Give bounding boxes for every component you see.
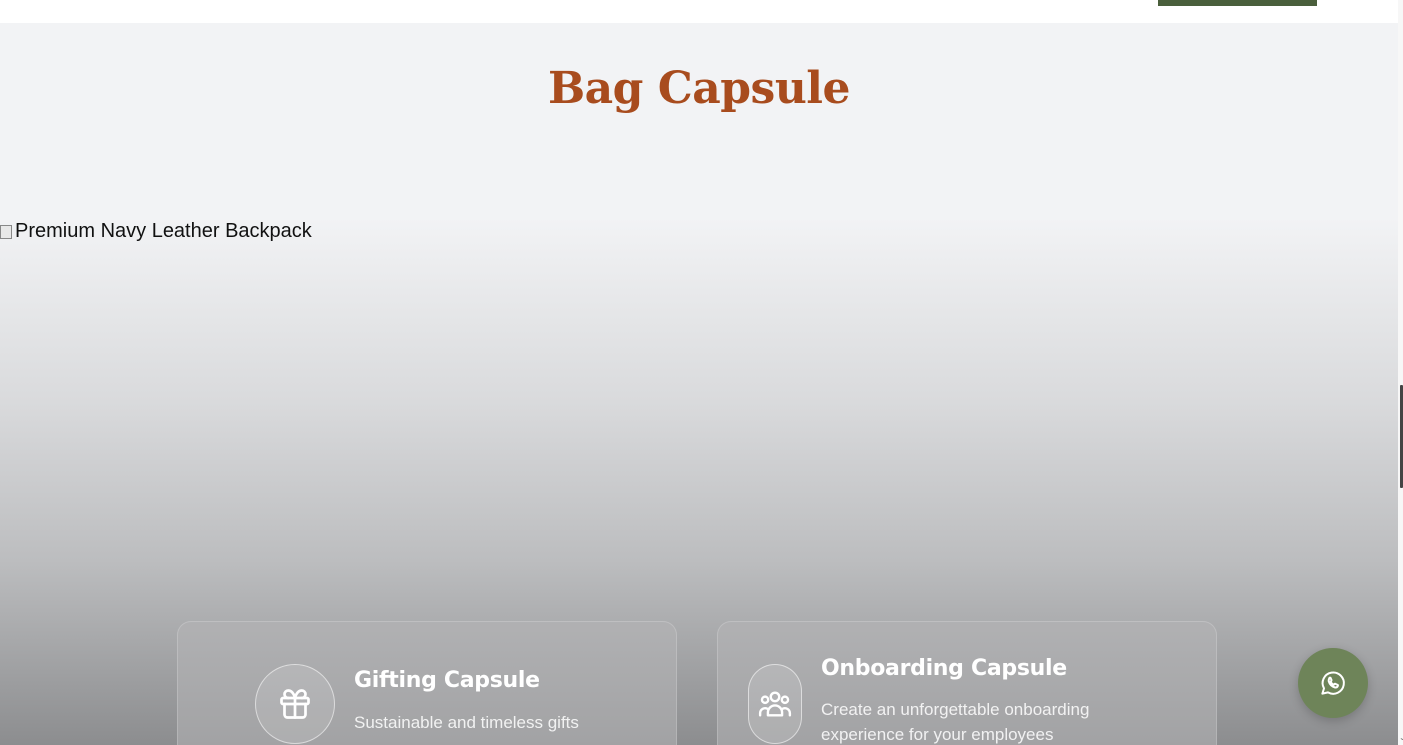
site-header [0, 0, 1398, 23]
gift-icon [255, 664, 335, 744]
scroll-down-arrow-icon[interactable]: ⌄ [1399, 733, 1403, 742]
broken-image-icon [0, 224, 12, 239]
card-description: Create an unforgettable onboarding exper… [821, 700, 1090, 744]
hero-image-alt-text: Premium Navy Leather Backpack [15, 220, 312, 242]
card-description: Sustainable and timeless gifts [354, 713, 579, 732]
gifting-capsule-card[interactable]: Gifting Capsule Sustainable and timeless… [177, 621, 677, 745]
card-title: Gifting Capsule [354, 668, 540, 693]
header-cta-button[interactable] [1158, 0, 1317, 6]
onboarding-capsule-card[interactable]: Onboarding Capsule Create an unforgettab… [717, 621, 1217, 745]
scrollbar-track[interactable] [1398, 0, 1403, 745]
users-icon [748, 664, 802, 744]
section-title: Bag Capsule [547, 63, 851, 114]
whatsapp-chat-button[interactable] [1298, 648, 1368, 718]
hero-image-alt: Premium Navy Leather Backpack [0, 220, 312, 243]
whatsapp-icon [1321, 671, 1345, 695]
card-title: Onboarding Capsule [821, 656, 1067, 681]
